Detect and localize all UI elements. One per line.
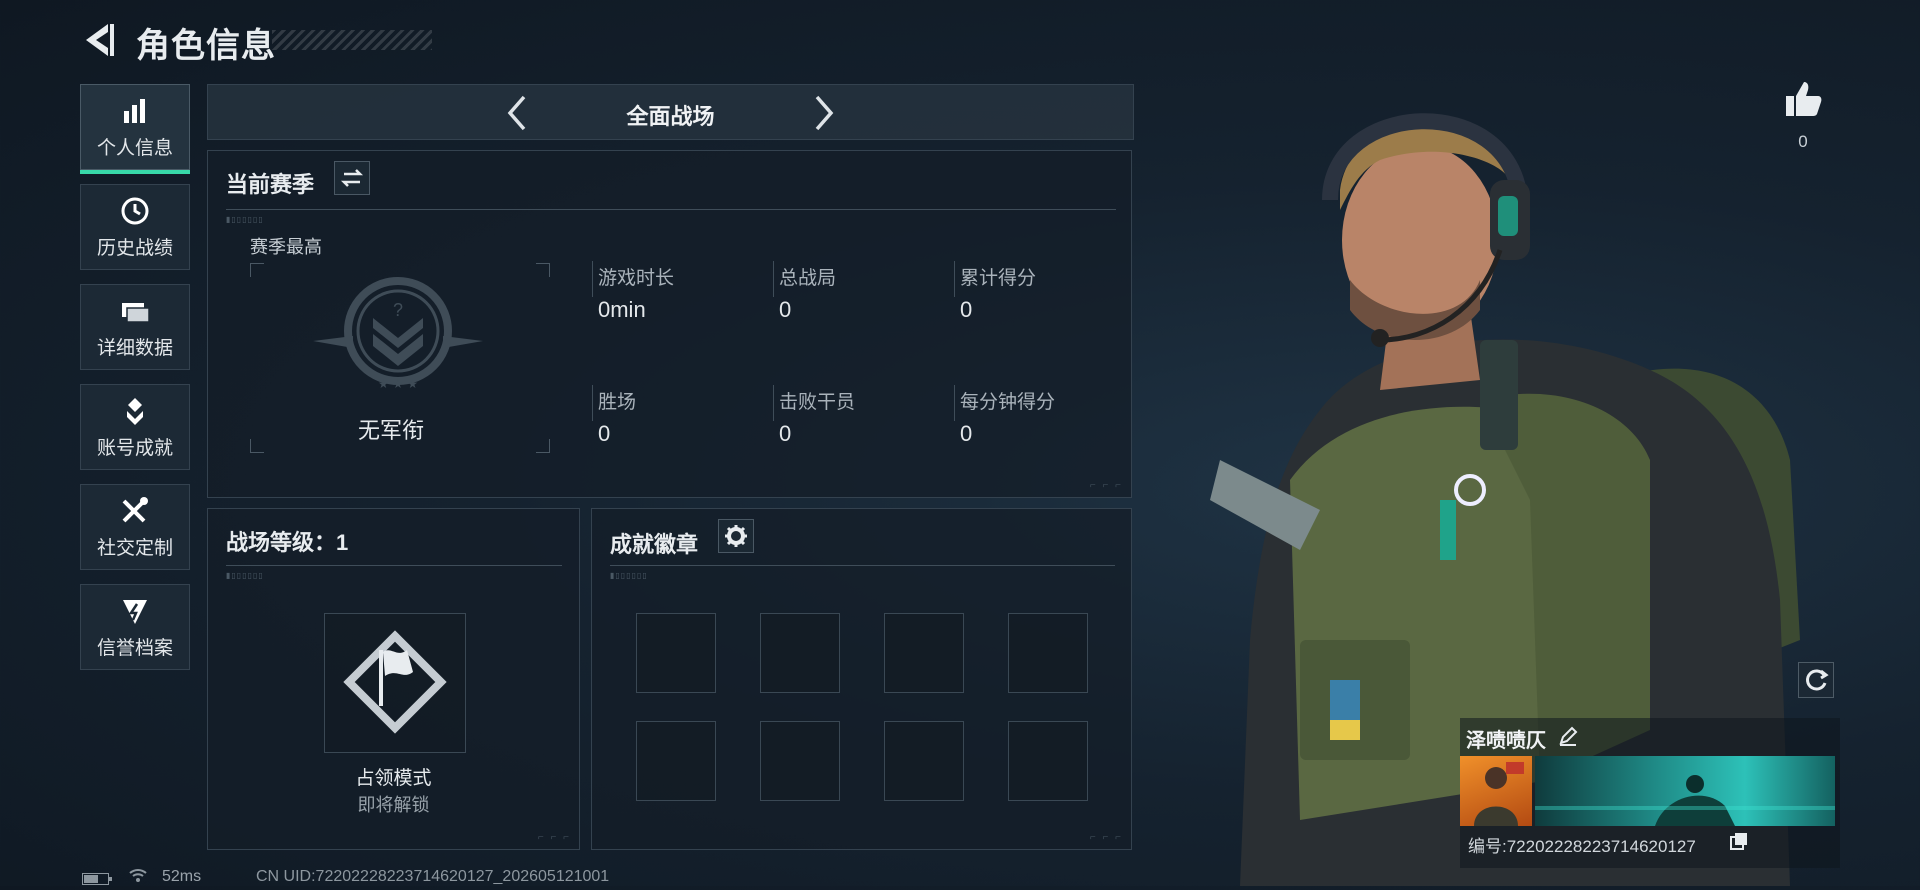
stat-value: 0 — [598, 421, 611, 446]
history-clock-icon — [121, 197, 149, 224]
svg-text:?: ? — [393, 300, 403, 320]
stat-label: 累计得分 — [960, 268, 1037, 289]
swap-icon[interactable] — [334, 161, 370, 195]
stat-value: 0 — [779, 421, 792, 446]
like-count: 0 — [1798, 132, 1808, 151]
badge-slot[interactable] — [636, 613, 716, 693]
player-id: 编号:7220222822371462012​7 — [1468, 837, 1696, 856]
stat-divider — [592, 385, 593, 421]
stat-label: 游戏时长 — [598, 268, 675, 289]
mode-icon-frame[interactable] — [324, 613, 466, 753]
badges-panel: 成就徽章 ▮▯▯▯▯▯▯ ⌐ ⌐ ⌐ — [591, 508, 1132, 850]
stat-label: 击败干员 — [779, 392, 856, 413]
cn-uid-label: CN UID:7220222822371462012​7_20260512100… — [256, 868, 610, 885]
page-title: 角色信息 — [136, 27, 276, 65]
sidebar-item-label: 详细数据 — [96, 337, 173, 359]
decoration-ticks: ▮▯▯▯▯▯▯ — [226, 571, 264, 580]
refresh-icon[interactable] — [1798, 662, 1834, 698]
stat-value: 0min — [598, 297, 646, 322]
sidebar-item-social[interactable]: 社交定制 — [80, 484, 190, 570]
sidebar-item-personal-info[interactable]: 个人信息 — [80, 84, 190, 174]
mode-selector: 全面战场 — [207, 84, 1134, 140]
badge-slot[interactable] — [1008, 721, 1088, 801]
season-panel: 当前赛季 ▮▯▯▯▯▯▯ 赛季最高 ? ★ ★ ★ 无军衔 游戏时长 0min … — [207, 150, 1132, 498]
season-title: 当前赛季 — [226, 172, 315, 197]
stat-divider — [773, 385, 774, 421]
wifi-icon — [128, 866, 148, 884]
stat-divider — [592, 261, 593, 297]
level-title: 战场等级：1 — [226, 530, 349, 555]
thumbs-up-icon[interactable] — [1782, 78, 1824, 120]
stat-divider — [954, 385, 955, 421]
badge-slot[interactable] — [760, 721, 840, 801]
stat-label: 胜场 — [598, 392, 637, 413]
decoration-ticks: ▮▯▯▯▯▯▯ — [610, 571, 648, 580]
sidebar-item-detail-data[interactable]: 详细数据 — [80, 284, 190, 370]
mode-name: 占领模式 — [355, 768, 432, 789]
sidebar-item-history[interactable]: 历史战绩 — [80, 184, 190, 270]
stat-value: 0 — [960, 297, 973, 322]
battery-icon — [82, 872, 112, 885]
player-banner[interactable] — [1535, 756, 1835, 826]
achievement-medal-icon — [127, 397, 143, 425]
corner-decoration: ⌐ ⌐ ⌐ — [1089, 480, 1123, 491]
divider — [610, 565, 1115, 566]
gear-icon[interactable] — [718, 519, 754, 553]
player-name: 泽啧啧仄 — [1466, 730, 1546, 752]
stat-value: 0 — [960, 421, 973, 446]
tools-wrench-icon — [122, 496, 148, 522]
mode-label: 全面战场 — [626, 104, 715, 129]
stat-divider — [773, 261, 774, 297]
flag-diamond-icon — [343, 630, 447, 734]
copy-icon[interactable] — [1730, 832, 1748, 850]
sidebar-item-achievements[interactable]: 账号成就 — [80, 384, 190, 470]
decoration-ticks: ▮▯▯▯▯▯▯ — [226, 215, 264, 224]
sidebar-item-credit[interactable]: 信誉档案 — [80, 584, 190, 670]
mode-status: 即将解锁 — [357, 795, 430, 815]
back-arrow-icon[interactable] — [78, 18, 118, 62]
badge-slot[interactable] — [884, 721, 964, 801]
badge-slot[interactable] — [884, 613, 964, 693]
pencil-icon[interactable] — [1556, 724, 1580, 748]
badge-slot[interactable] — [636, 721, 716, 801]
bar-chart-icon — [124, 98, 145, 123]
corner-decoration: ⌐ ⌐ ⌐ — [537, 832, 571, 843]
corner-decoration: ⌐ ⌐ ⌐ — [1089, 832, 1123, 843]
sidebar-item-label: 社交定制 — [96, 537, 173, 559]
badge-slot[interactable] — [1008, 613, 1088, 693]
badges-title: 成就徽章 — [610, 532, 699, 557]
title-decoration — [272, 30, 432, 50]
avatar[interactable] — [1460, 756, 1532, 826]
folder-data-icon — [122, 302, 150, 323]
sidebar-item-label: 账号成就 — [96, 437, 173, 459]
stat-divider — [954, 261, 955, 297]
season-best-label: 赛季最高 — [250, 237, 322, 257]
svg-text:★ ★ ★: ★ ★ ★ — [378, 377, 418, 391]
stat-value: 0 — [779, 297, 792, 322]
level-panel: 战场等级：1 ▮▯▯▯▯▯▯ 占领模式 即将解锁 ⌐ ⌐ ⌐ — [207, 508, 580, 850]
divider — [226, 209, 1116, 210]
shield-badge-icon — [123, 599, 147, 624]
rank-emblem-icon: ? ★ ★ ★ — [313, 277, 483, 391]
sidebar-item-label: 历史战绩 — [96, 237, 173, 259]
badge-slot[interactable] — [760, 613, 840, 693]
stat-label: 总战局 — [779, 268, 837, 289]
stat-label: 每分钟得分 — [960, 392, 1056, 413]
ping-readout: 52ms — [162, 868, 202, 885]
divider — [226, 565, 562, 566]
sidebar-item-label: 信誉档案 — [96, 637, 173, 659]
rank-name: 无军衔 — [358, 418, 425, 443]
chevron-right-icon[interactable] — [803, 93, 843, 133]
sidebar-item-label: 个人信息 — [96, 137, 173, 159]
